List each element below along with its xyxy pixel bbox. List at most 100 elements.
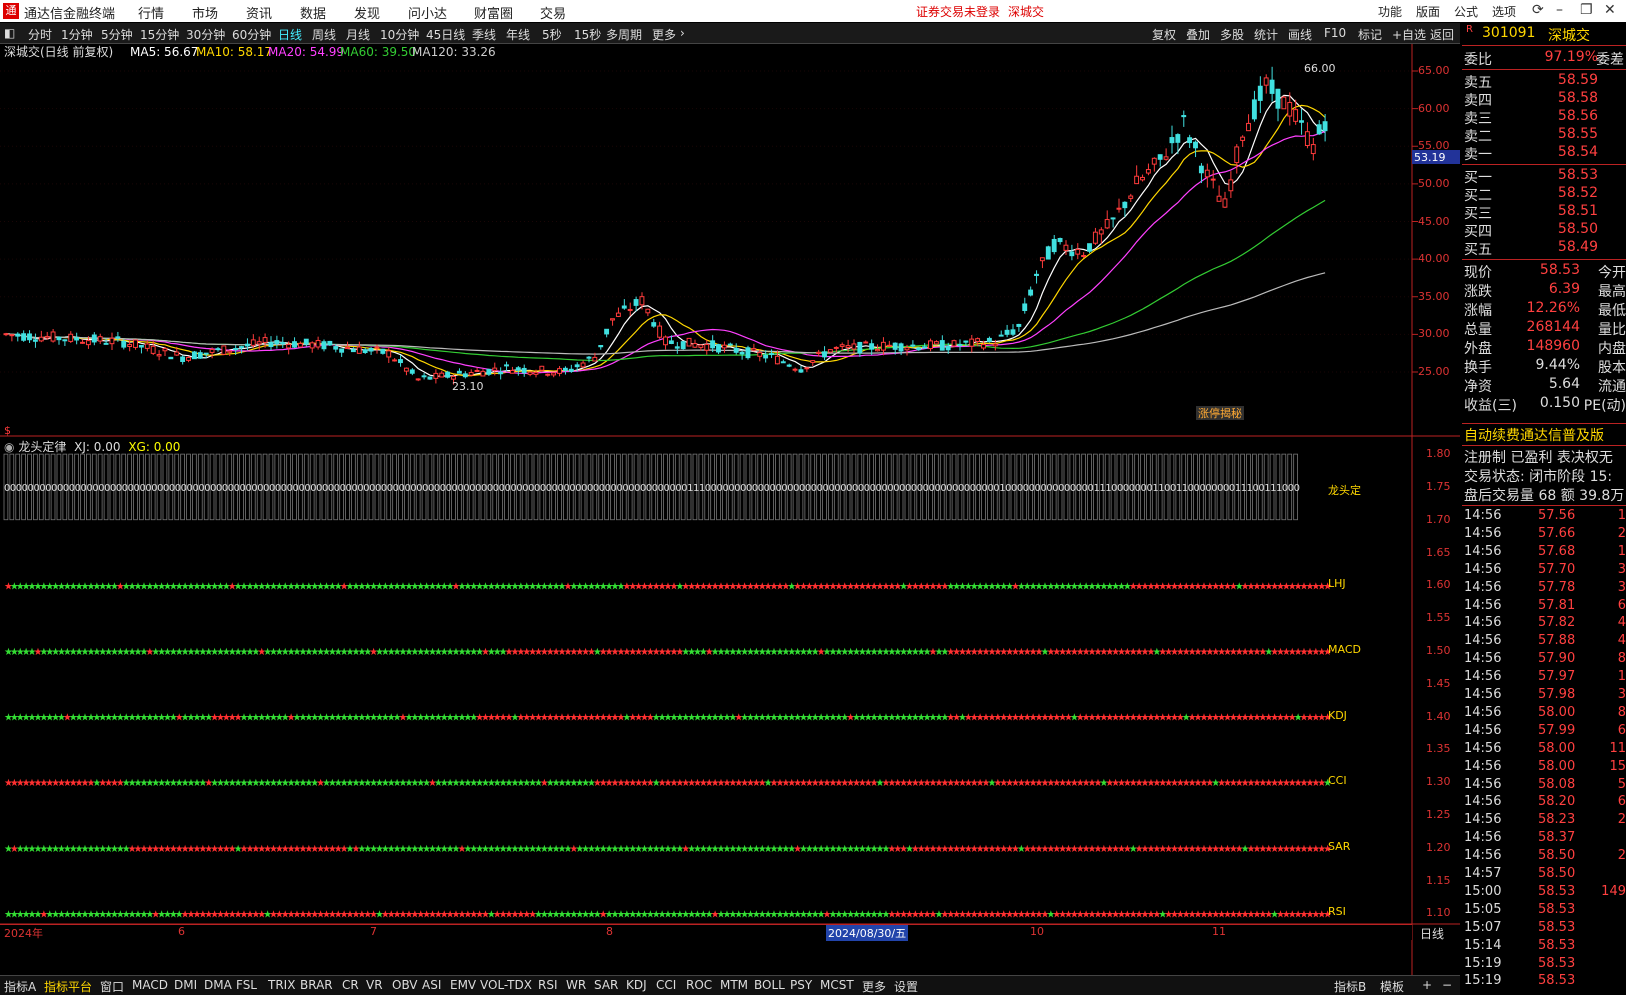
bottom-tab[interactable]: 窗口 — [100, 978, 124, 995]
bottom-tab[interactable]: PSY — [790, 978, 812, 992]
btn-f10[interactable]: F10 — [1324, 26, 1346, 40]
bottom-tab-right[interactable]: 指标B — [1334, 978, 1366, 995]
btn-zixuan[interactable]: +自选 — [1392, 26, 1426, 43]
bottom-tab[interactable]: FSL — [236, 978, 257, 992]
period-yearly[interactable]: 年线 — [506, 26, 530, 43]
stock-link[interactable]: 深城交 — [1008, 3, 1044, 20]
menu-item-shichang[interactable]: 市场 — [192, 3, 218, 22]
restore-icon[interactable]: ❐ — [1580, 2, 1593, 18]
period-30min[interactable]: 30分钟 — [186, 26, 225, 43]
bottom-tab[interactable]: KDJ — [626, 978, 647, 992]
bottom-tab-right[interactable]: 模板 — [1380, 978, 1404, 995]
menu-item-zixun[interactable]: 资讯 — [246, 3, 272, 22]
bottom-tab[interactable]: VOL-TDX — [480, 978, 532, 992]
minimize-icon[interactable]: – — [1556, 2, 1563, 18]
period-multi[interactable]: 多周期 — [606, 26, 642, 43]
sidebar-toggle-icon[interactable]: ◧ — [4, 26, 15, 40]
period-45day[interactable]: 45日线 — [426, 26, 465, 43]
period-60min[interactable]: 60分钟 — [232, 26, 271, 43]
btn-diejia[interactable]: 叠加 — [1186, 26, 1210, 43]
bottom-tab[interactable]: MTM — [720, 978, 748, 992]
date-label: 6 — [178, 925, 185, 938]
period-more[interactable]: 更多 — [652, 26, 676, 43]
menu-right-gongshi[interactable]: 公式 — [1454, 3, 1478, 20]
news-tag[interactable]: 涨停揭秘 — [1198, 406, 1242, 420]
kline-chart-area[interactable]: 0000000000000000000000000000000000000000… — [0, 44, 1460, 975]
btn-fuquan[interactable]: 复权 — [1152, 26, 1176, 43]
menu-item-jiaoyi[interactable]: 交易 — [540, 3, 566, 22]
bid-label: 买三 — [1464, 206, 1492, 222]
y-tick: 35.00 — [1418, 289, 1450, 303]
chevron-right-icon[interactable]: › — [680, 26, 685, 40]
period-1min[interactable]: 1分钟 — [61, 26, 93, 43]
quote-header: R 301091 深城交 — [1462, 24, 1626, 44]
period-15sec[interactable]: 15秒 — [574, 26, 601, 43]
promo-text[interactable]: 自动续费通达信普及版 — [1464, 425, 1604, 445]
bottom-tab[interactable]: 指标A — [4, 978, 36, 995]
bottom-tab[interactable]: CCI — [656, 978, 676, 992]
menu-item-wenxiaoda[interactable]: 问小达 — [408, 3, 447, 22]
candle — [168, 356, 174, 360]
bottom-tab[interactable]: WR — [566, 978, 586, 992]
period-monthly[interactable]: 月线 — [346, 26, 370, 43]
period-5min[interactable]: 5分钟 — [101, 26, 133, 43]
btn-duogu[interactable]: 多股 — [1220, 26, 1244, 43]
period-15min[interactable]: 15分钟 — [140, 26, 179, 43]
bottom-tab[interactable]: EMV — [450, 978, 476, 992]
btn-fanhui[interactable]: 返回 — [1430, 26, 1454, 43]
menu-item-shuju[interactable]: 数据 — [300, 3, 326, 22]
bottom-tab[interactable]: 设置 — [894, 978, 918, 995]
bottom-tab[interactable]: BOLL — [754, 978, 785, 992]
refresh-icon[interactable]: ⟳ — [1532, 2, 1544, 18]
tick-row: 14:56 57.56 1 — [1462, 508, 1626, 526]
bottom-tab-right[interactable]: − — [1442, 978, 1452, 992]
bottom-tab[interactable]: ROC — [686, 978, 712, 992]
bottom-tab[interactable]: BRAR — [300, 978, 333, 992]
period-5sec[interactable]: 5秒 — [542, 26, 562, 43]
bottom-tab[interactable]: MACD — [132, 978, 168, 992]
bottom-tab[interactable]: 指标平台 — [44, 978, 92, 995]
bid-row: 买三 58.51 — [1462, 203, 1626, 222]
btn-tongji[interactable]: 统计 — [1254, 26, 1278, 43]
candle — [427, 376, 433, 380]
menu-item-hangqing[interactable]: 行情 — [138, 3, 164, 22]
tick-volume: 3 — [1617, 687, 1626, 702]
menu-right-xuanxiang[interactable]: 选项 — [1492, 3, 1516, 20]
indicator-y-tick: 1.45 — [1426, 676, 1451, 690]
bottom-tab[interactable]: SAR — [594, 978, 618, 992]
bottom-tab[interactable]: MCST — [820, 978, 854, 992]
period-indicator[interactable]: 日线 — [1420, 925, 1444, 942]
indicator-xj: XJ: 0.00 — [74, 440, 121, 454]
tick-price: 58.23 — [1538, 812, 1576, 828]
bottom-tab[interactable]: ASI — [422, 978, 441, 992]
tick-row: 14:56 57.90 8 — [1462, 651, 1626, 669]
bottom-tab[interactable]: 更多 — [862, 978, 886, 995]
period-fenshi[interactable]: 分时 — [28, 26, 52, 43]
bottom-tab[interactable]: TRIX — [268, 978, 295, 992]
menu-right-gongneng[interactable]: 功能 — [1378, 3, 1402, 20]
bottom-tab[interactable]: VR — [366, 978, 383, 992]
btn-biaoji[interactable]: 标记 — [1358, 26, 1382, 43]
bottom-tab[interactable]: RSI — [538, 978, 558, 992]
bottom-tab[interactable]: OBV — [392, 978, 418, 992]
login-notice[interactable]: 证券交易未登录 — [916, 3, 1000, 20]
bottom-tab[interactable]: CR — [342, 978, 359, 992]
bottom-tab-right[interactable]: + — [1422, 978, 1432, 992]
period-weekly[interactable]: 周线 — [312, 26, 336, 43]
bottom-tab[interactable]: DMI — [174, 978, 197, 992]
bottom-tab[interactable]: DMA — [204, 978, 232, 992]
menu-right-banmian[interactable]: 版面 — [1416, 3, 1440, 20]
tick-price: 57.98 — [1538, 687, 1576, 702]
y-tick: 55.00 — [1418, 139, 1450, 153]
menu-item-faxian[interactable]: 发现 — [354, 3, 380, 22]
menu-item-caifuquan[interactable]: 财富圈 — [474, 3, 513, 22]
close-icon[interactable]: ✕ — [1604, 2, 1616, 18]
period-10min[interactable]: 10分钟 — [380, 26, 419, 43]
indicator-toggle-icon[interactable]: ◉ — [4, 440, 14, 454]
period-daily[interactable]: 日线 — [278, 26, 302, 43]
promo-row[interactable]: 自动续费通达信普及版 — [1462, 425, 1626, 445]
period-quarterly[interactable]: 季线 — [472, 26, 496, 43]
indicator-y-tick: 1.65 — [1426, 545, 1451, 559]
btn-huaxian[interactable]: 画线 — [1288, 26, 1312, 43]
stat-label2: 流通 — [1598, 379, 1626, 395]
